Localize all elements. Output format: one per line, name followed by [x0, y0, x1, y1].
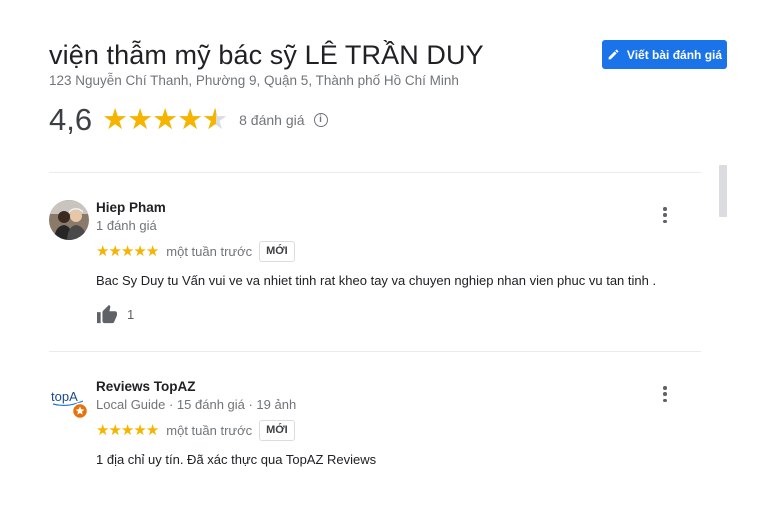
review-stars: ★ ★ ★ ★ ★	[96, 242, 159, 260]
write-review-button[interactable]: Viết bài đánh giá	[602, 40, 727, 69]
write-review-label: Viết bài đánh giá	[626, 47, 723, 62]
star-icon: ★	[133, 421, 146, 439]
reviewer-meta: 1 đánh giá	[96, 218, 157, 233]
star-icon: ★	[152, 104, 178, 136]
review-time: một tuần trước	[166, 243, 253, 259]
review-stars: ★ ★ ★ ★ ★	[96, 421, 159, 439]
star-icon: ★	[133, 242, 146, 260]
review-text: Bac Sy Duy tu Vấn vui ve va nhiet tinh r…	[96, 273, 657, 288]
like-count: 1	[127, 306, 135, 322]
scrollbar-thumb[interactable]	[719, 165, 727, 217]
star-icon: ★	[108, 242, 121, 260]
new-badge: MỚI	[259, 240, 295, 262]
pencil-icon	[608, 49, 619, 60]
rating-summary: 4,6 ★ ★ ★ ★ ★ 8 đánh giá i	[49, 101, 328, 139]
more-options-button[interactable]	[662, 207, 668, 223]
divider	[49, 172, 701, 173]
average-rating: 4,6	[49, 102, 93, 137]
divider	[49, 351, 701, 352]
review-text: 1 địa chỉ uy tín. Đã xác thực qua TopAZ …	[96, 452, 377, 467]
star-icon: ★	[102, 104, 128, 136]
star-icon: ★	[96, 242, 109, 260]
info-icon[interactable]: i	[313, 113, 328, 127]
review-item: Hiep Pham 1 đánh giá ★ ★ ★ ★ ★ một tuần trướ…	[49, 200, 701, 330]
reviewer-meta: Local Guide · 15 đánh giá · 19 ảnh	[96, 397, 297, 412]
star-icon: ★	[145, 242, 159, 260]
review-time: một tuần trước	[166, 422, 253, 438]
star-icon: ★	[96, 421, 109, 439]
more-options-button[interactable]	[662, 386, 668, 402]
star-icon: ★	[127, 104, 153, 136]
star-icon: ★	[108, 421, 121, 439]
star-icon: ★	[145, 421, 159, 439]
reviewer-name[interactable]: Reviews TopAZ	[96, 379, 676, 395]
star-icon: ★	[120, 421, 134, 439]
reviewer-avatar[interactable]	[49, 200, 89, 240]
thumbs-up-icon[interactable]	[96, 304, 118, 324]
average-stars: ★ ★ ★ ★ ★	[102, 104, 228, 136]
star-icon: ★	[177, 104, 203, 136]
review-count: 8 đánh giá	[239, 112, 305, 128]
star-icon: ★	[120, 242, 134, 260]
review-item: topA Reviews TopAZ Local Guide · 15 đánh…	[49, 379, 701, 489]
new-badge: MỚI	[259, 419, 295, 441]
reviewer-name[interactable]: Hiep Pham	[96, 200, 676, 216]
half-star-icon: ★	[202, 105, 228, 135]
avatar-logo-text: topA	[51, 389, 78, 404]
place-address: 123 Nguyễn Chí Thanh, Phường 9, Quận 5, …	[49, 73, 459, 88]
reviewer-avatar[interactable]: topA	[49, 379, 89, 420]
